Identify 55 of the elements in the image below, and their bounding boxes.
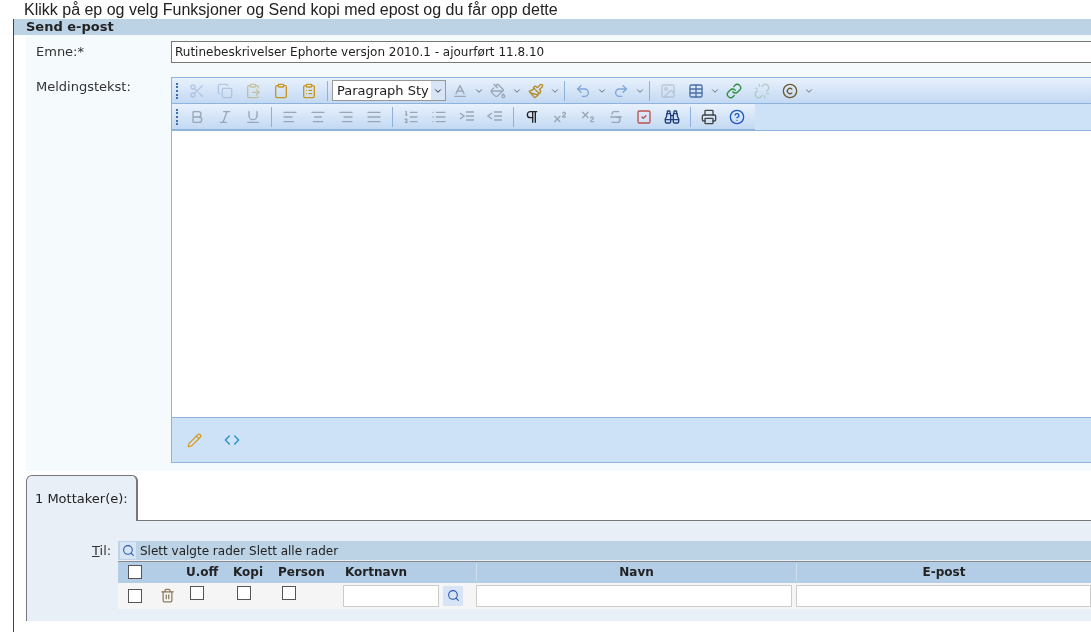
paste-icon	[245, 82, 261, 99]
recipients-tab[interactable]: 1 Mottaker(e):	[26, 475, 138, 521]
action-link[interactable]: Slett alle rader	[249, 541, 339, 560]
underline-icon	[245, 108, 261, 125]
to-label: Til:	[92, 542, 113, 560]
undo-icon	[574, 82, 591, 99]
search-button[interactable]	[443, 585, 463, 606]
column-header: Kopi	[232, 564, 265, 581]
search-icon	[446, 589, 460, 602]
row-checkbox[interactable]	[127, 588, 142, 603]
indent-icon	[459, 109, 475, 124]
column-header: E-post	[921, 564, 967, 581]
print-icon	[701, 108, 717, 125]
copyright-icon	[781, 82, 798, 99]
checkbox[interactable]	[237, 585, 251, 600]
column-header: Kortnavn	[344, 564, 408, 581]
code-icon	[224, 432, 240, 448]
outdent-icon	[487, 109, 503, 124]
fill-color-icon	[489, 82, 506, 99]
image-icon	[659, 82, 676, 99]
name-field[interactable]	[476, 584, 792, 607]
instruction-text: Klikk på ep og velg Funksjoner og Send kopi med epost og du får opp dette	[23, 0, 559, 19]
subject-field[interactable]: Rutinebeskrivelser Ephorte versjon 2010.1 - ajourført 11.8.10	[171, 41, 1091, 63]
column-header: Navn	[618, 564, 655, 581]
paragraph-icon	[524, 108, 540, 125]
column-header: U.off	[185, 564, 220, 581]
help-icon	[729, 108, 745, 125]
link-icon	[725, 82, 742, 99]
subject-label: Emne:*	[35, 43, 85, 62]
strikethrough-icon	[608, 108, 624, 125]
find-icon	[664, 108, 680, 125]
italic-icon	[217, 108, 233, 125]
email-field[interactable]	[796, 584, 1091, 607]
font-color-icon	[451, 82, 468, 99]
copy-icon	[217, 82, 233, 99]
short-name-field[interactable]	[343, 584, 439, 607]
column-header: Person	[277, 564, 326, 581]
search-icon	[121, 544, 135, 558]
checkbox[interactable]	[190, 585, 204, 600]
bold-icon	[189, 108, 205, 125]
format-brush-icon	[527, 82, 544, 99]
select-all-checkbox[interactable]	[127, 565, 142, 579]
panel-title: Send e-post	[14, 19, 1091, 35]
numbered-list-icon	[403, 108, 419, 125]
pencil-icon	[186, 432, 202, 448]
checkbox[interactable]	[282, 585, 296, 600]
paragraph-style-dropdown[interactable]: Paragraph Sty	[332, 80, 446, 101]
cut-icon	[189, 82, 205, 99]
table-icon	[687, 82, 704, 99]
redo-icon	[612, 82, 629, 99]
action-link[interactable]: Slett valgte rader	[140, 541, 246, 560]
message-label: Meldingstekst:	[35, 78, 132, 96]
trash-icon	[160, 588, 175, 603]
search-button[interactable]	[120, 542, 136, 560]
unlink-icon	[753, 82, 770, 99]
